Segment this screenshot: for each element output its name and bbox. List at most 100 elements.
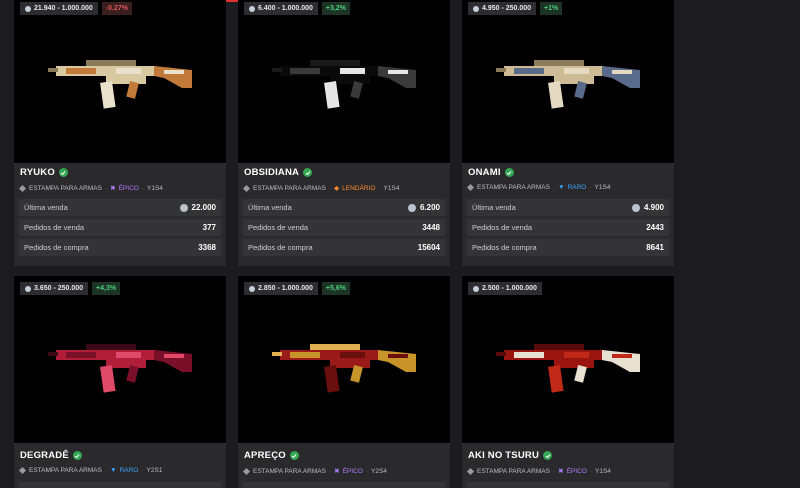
item-name-text: AKI NO TSURU xyxy=(468,450,540,461)
separator-dot: · xyxy=(141,184,144,192)
row-label: Pedidos de compra xyxy=(248,243,313,252)
coin-icon xyxy=(407,203,416,212)
item-season: Y1S4 xyxy=(147,184,163,192)
separator-dot: · xyxy=(552,184,556,191)
coin-icon xyxy=(473,5,479,12)
item-card-ryuko[interactable]: 21.940 - 1.000.000 -0.27% RYUKO ESTAMPA … xyxy=(14,0,226,266)
coin-icon xyxy=(473,285,479,292)
item-card-degrade[interactable]: 3.650 - 250.000 +4,3% DEGRADÊ ESTAMPA PA… xyxy=(14,276,226,488)
price-range-tag: 2.500 - 1.000.000 xyxy=(468,282,542,295)
item-type: ESTAMPA PARA ARMAS xyxy=(29,184,102,192)
separator-dot: · xyxy=(104,467,108,474)
item-card-onami[interactable]: 4.950 - 250.000 +1% ONAMI ESTAMPA PARA A… xyxy=(462,0,674,266)
item-name: AKI NO TSURU xyxy=(468,450,553,461)
weapon-skin-image xyxy=(272,60,416,109)
item-meta: ESTAMPA PARA ARMAS · ✖ ÉPICO · Y2S4 xyxy=(242,467,387,475)
row-label: Última venda xyxy=(248,203,292,212)
separator-dot: · xyxy=(589,184,592,191)
verified-check-icon xyxy=(58,168,68,177)
tag-icon xyxy=(18,466,27,475)
price-change: +1% xyxy=(540,2,563,15)
coin-icon xyxy=(25,285,31,292)
coin-icon xyxy=(249,5,255,12)
separator-dot: · xyxy=(141,467,144,474)
row-label: Última venda xyxy=(24,203,68,212)
item-meta: ESTAMPA PARA ARMAS · ◆ LENDÁRIO · Y1S4 xyxy=(242,184,400,192)
row-value: 3448 xyxy=(422,223,440,232)
verified-check-icon xyxy=(72,451,82,460)
tag-icon xyxy=(18,184,27,192)
buy-orders-row: Pedidos de compra 8641 xyxy=(467,239,669,256)
weapon-skin-image xyxy=(496,60,640,109)
price-change: -0.27% xyxy=(101,2,132,15)
price-range: 6.400 - 1.000.000 xyxy=(258,5,313,12)
row-value: 22.000 xyxy=(191,203,216,212)
weapon-skin-image xyxy=(48,60,192,109)
separator-dot: · xyxy=(552,467,556,475)
item-card-obsidiana[interactable]: 6.400 - 1.000.000 +3,2% OBSIDIANA ESTAMP… xyxy=(238,0,450,266)
verified-check-icon xyxy=(303,168,313,177)
weapon-skin-image xyxy=(272,344,416,393)
item-name-text: OBSIDIANA xyxy=(244,167,300,178)
separator-dot: · xyxy=(328,184,332,192)
separator-dot: · xyxy=(365,467,368,475)
row-label: Pedidos de venda xyxy=(472,223,533,232)
item-name: DEGRADÊ xyxy=(20,450,82,461)
last-sale-row xyxy=(19,482,221,488)
verified-check-icon xyxy=(543,451,553,460)
item-card-aki-no-tsuru[interactable]: 2.500 - 1.000.000 AKI NO TSURU ESTAMPA P… xyxy=(462,276,674,488)
item-season: Y1S4 xyxy=(594,184,611,191)
item-meta: ESTAMPA PARA ARMAS · ▼ RARO · Y2S1 xyxy=(18,466,163,475)
row-label: Pedidos de compra xyxy=(472,243,537,252)
row-value: 6.200 xyxy=(419,203,440,212)
price-range: 4.950 - 250.000 xyxy=(482,5,532,12)
row-value: 8641 xyxy=(646,243,664,252)
price-range-tag: 2.850 - 1.000.000 +5,6% xyxy=(244,282,350,295)
item-type: ESTAMPA PARA ARMAS xyxy=(477,184,550,191)
item-name: ONAMI xyxy=(468,167,514,178)
item-rarity: LENDÁRIO xyxy=(342,184,376,192)
price-range-tag: 6.400 - 1.000.000 +3,2% xyxy=(244,2,350,15)
item-type: ESTAMPA PARA ARMAS xyxy=(477,467,550,475)
rarity-icon: ▼ xyxy=(110,467,117,474)
item-name-text: ONAMI xyxy=(468,167,501,178)
price-range: 3.650 - 250.000 xyxy=(34,285,84,292)
row-value: 15604 xyxy=(417,243,440,252)
price-range: 2.850 - 1.000.000 xyxy=(258,285,313,292)
buy-orders-row: Pedidos de compra 3368 xyxy=(19,239,221,256)
sell-orders-row: Pedidos de venda 377 xyxy=(19,219,221,236)
item-type: ESTAMPA PARA ARMAS xyxy=(253,184,326,192)
separator-dot: · xyxy=(104,184,108,192)
item-rarity: ÉPICO xyxy=(118,184,139,192)
item-season: Y1S4 xyxy=(383,184,400,192)
tag-icon xyxy=(242,184,251,192)
rarity-icon: ◆ xyxy=(334,185,340,192)
rarity-icon: ✖ xyxy=(334,468,340,475)
item-meta: ESTAMPA PARA ARMAS · ✖ ÉPICO · Y1S4 xyxy=(18,184,163,192)
tag-icon xyxy=(466,183,475,192)
row-value: 377 xyxy=(202,223,216,232)
coin-icon xyxy=(179,203,188,212)
separator-dot: · xyxy=(589,467,592,475)
tag-icon xyxy=(466,467,475,475)
price-change: +3,2% xyxy=(321,2,350,15)
item-name: OBSIDIANA xyxy=(244,167,313,178)
sell-orders-row: Pedidos de venda 2443 xyxy=(467,219,669,236)
separator-dot: · xyxy=(378,184,381,192)
item-meta: ESTAMPA PARA ARMAS · ▼ RARO · Y1S4 xyxy=(466,183,611,192)
row-label: Pedidos de venda xyxy=(248,223,309,232)
row-label: Pedidos de compra xyxy=(24,243,89,252)
item-name-text: DEGRADÊ xyxy=(20,450,69,461)
verified-check-icon xyxy=(289,451,299,460)
item-season: Y2S1 xyxy=(146,467,163,474)
item-card-apreco[interactable]: 2.850 - 1.000.000 +5,6% APREÇO ESTAMPA P… xyxy=(238,276,450,488)
price-range: 2.500 - 1.000.000 xyxy=(482,285,537,292)
separator-dot: · xyxy=(328,467,332,475)
item-name-text: APREÇO xyxy=(244,450,286,461)
item-rarity: RARO xyxy=(119,467,139,474)
price-change: +5,6% xyxy=(321,282,350,295)
price-range-tag: 3.650 - 250.000 +4,3% xyxy=(20,282,121,295)
last-sale-row: Última venda 6.200 xyxy=(243,199,445,216)
row-value: 2443 xyxy=(646,223,664,232)
rarity-icon: ▼ xyxy=(558,184,565,191)
